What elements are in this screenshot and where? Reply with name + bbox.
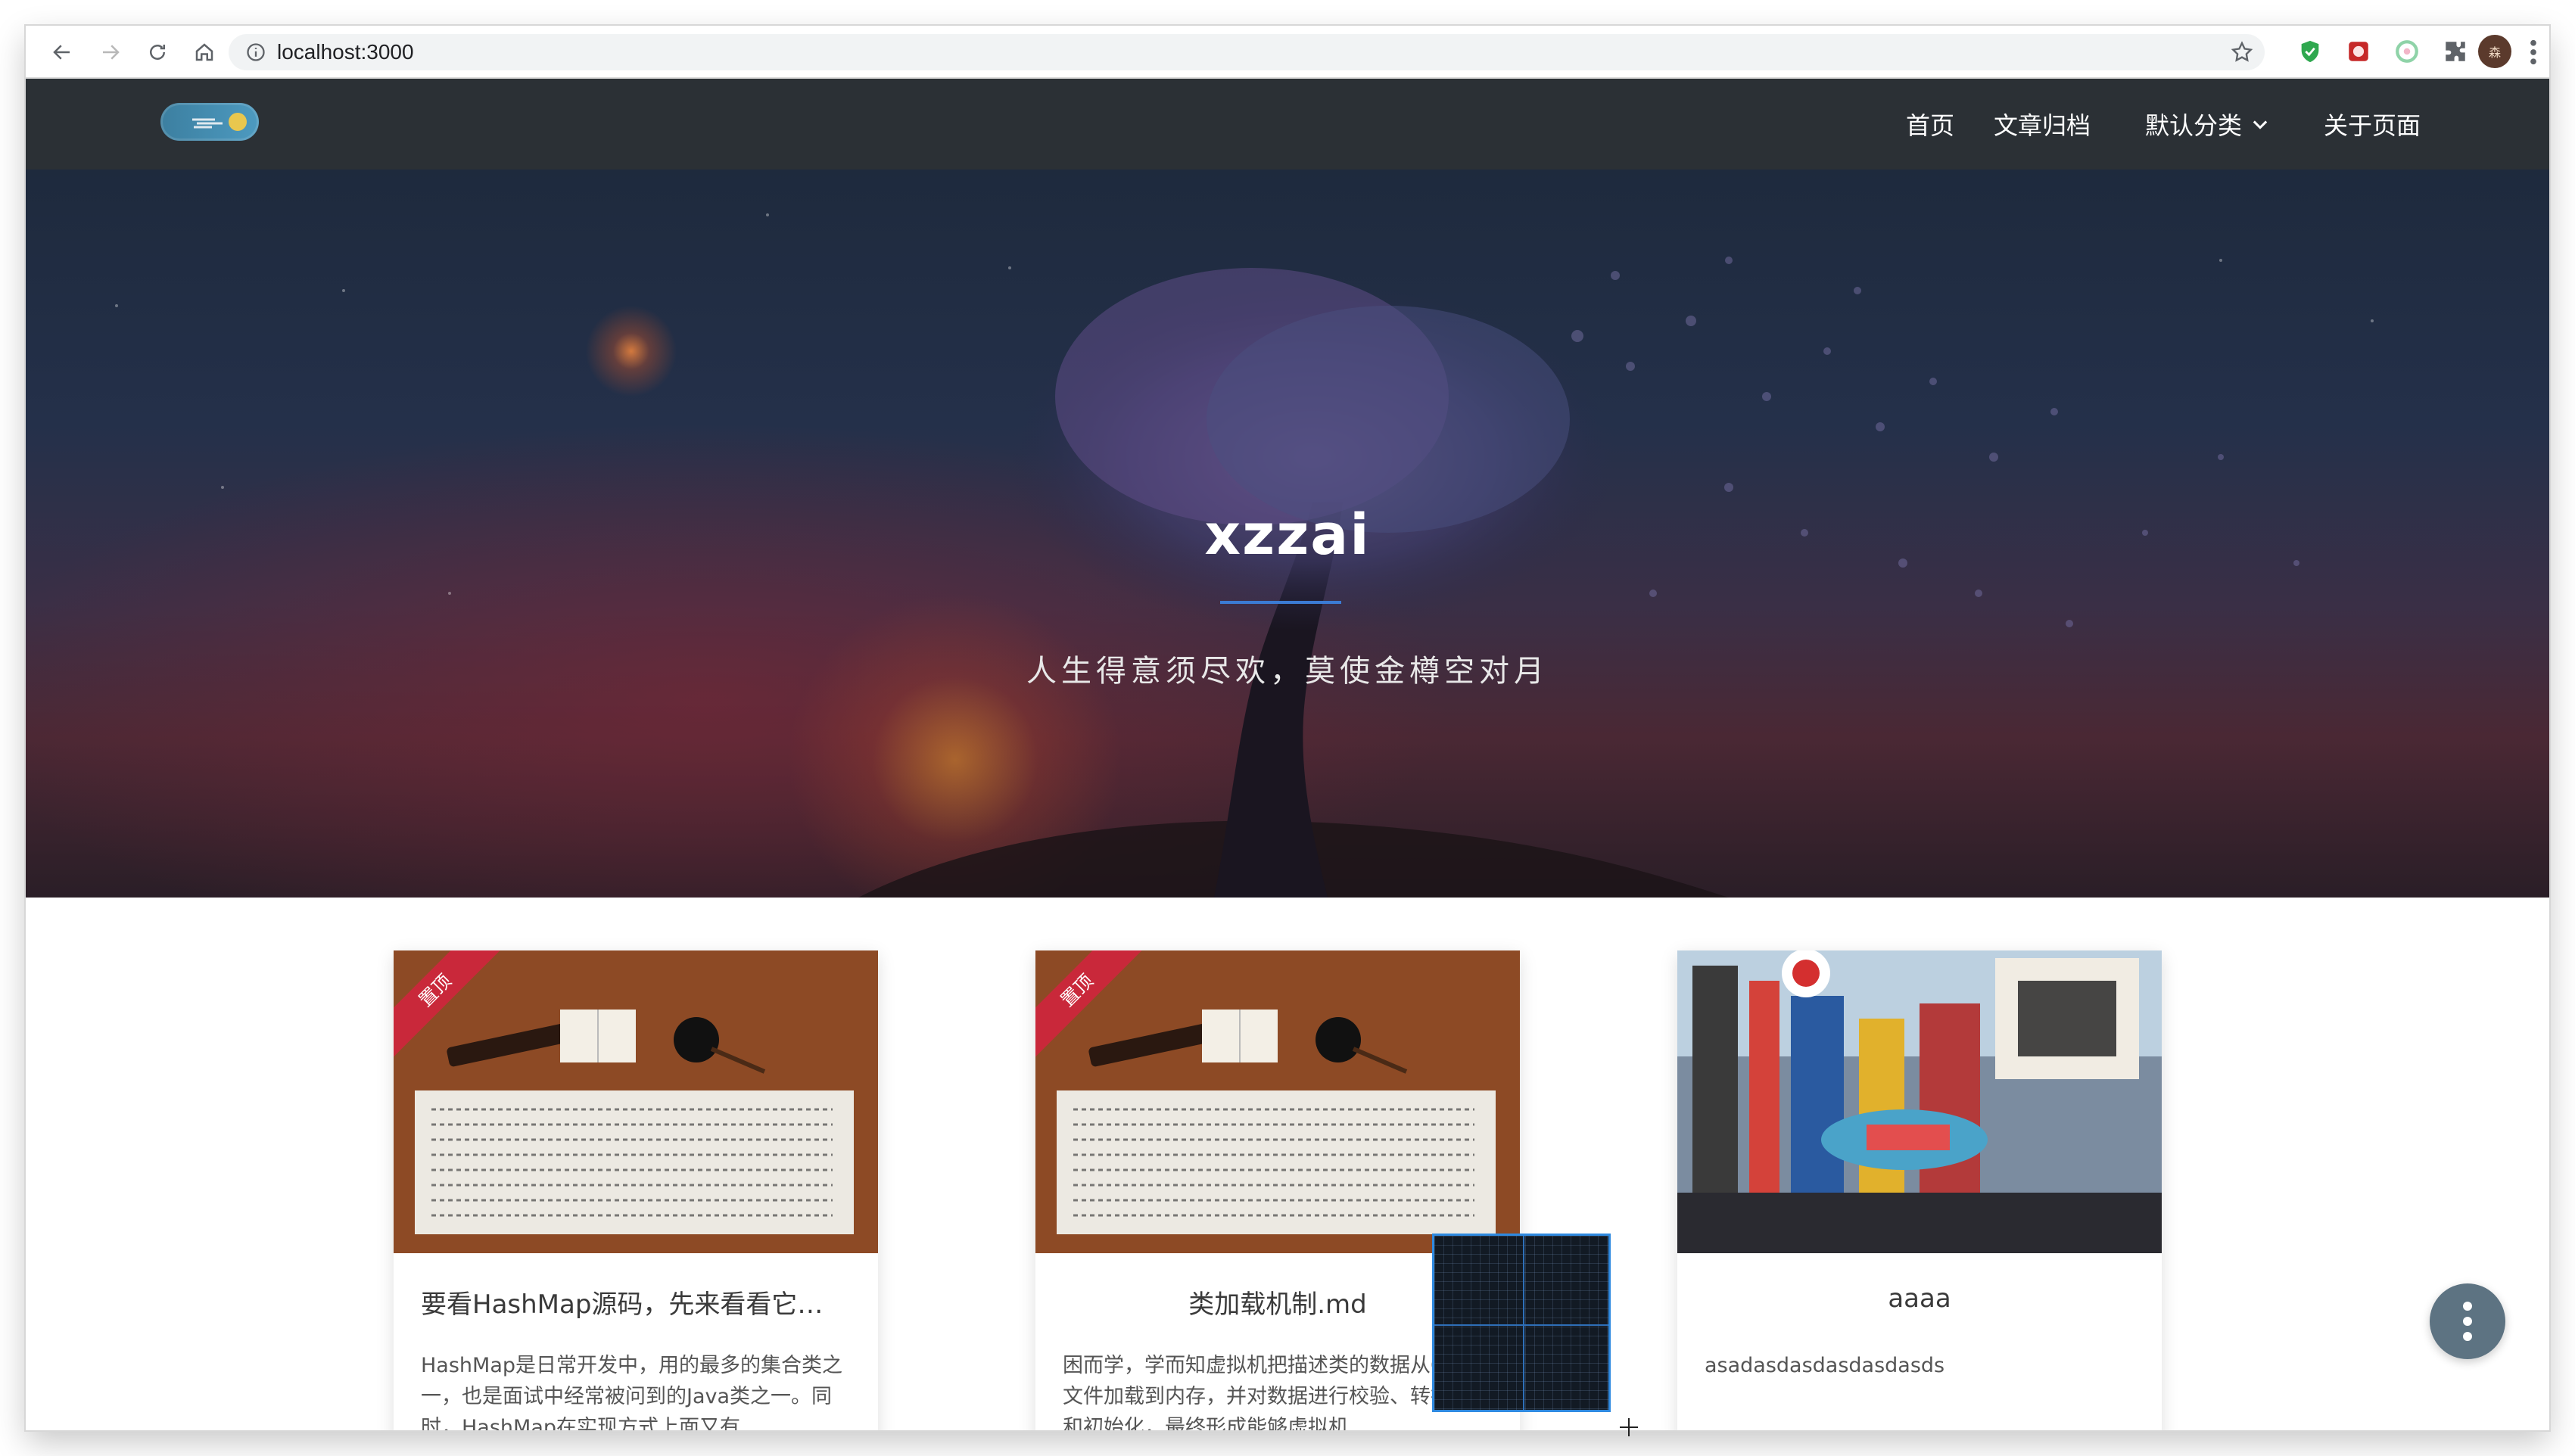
back-button[interactable] <box>45 36 79 69</box>
post-card[interactable]: 置顶 要看HashMap源码，先来看看它… HashMap是日常开发中，用的最多… <box>394 950 878 1430</box>
browser-menu-icon[interactable] <box>2522 36 2545 68</box>
post-list: 置顶 要看HashMap源码，先来看看它… HashMap是日常开发中，用的最多… <box>26 898 2549 1430</box>
nav-home-label: 首页 <box>1905 111 1954 140</box>
arrow-left-icon <box>53 45 70 60</box>
crosshair-cursor-icon <box>1620 1418 1638 1436</box>
green-extension-icon[interactable] <box>2392 36 2422 67</box>
browser-toolbar: localhost:3000 森 <box>26 26 2549 79</box>
puzzle-extensions-icon[interactable] <box>2440 36 2471 67</box>
reload-button[interactable] <box>141 36 174 69</box>
address-bar[interactable]: localhost:3000 <box>229 34 2265 70</box>
post-excerpt: 困而学，学而知虚拟机把描述类的数据从Class文件加载到内存，并对数据进行校验、… <box>1063 1354 1492 1430</box>
nav-archive-label: 文章归档 <box>1993 111 2091 140</box>
calligraphy-desk-image <box>1035 950 1520 1253</box>
arrow-right-icon <box>103 45 120 60</box>
post-excerpt: asadasdasdasdasdasds <box>1705 1354 1945 1377</box>
nav-home[interactable]: 首页 <box>1906 107 1954 142</box>
reload-icon <box>150 45 165 60</box>
screenshot-magnifier-overlay <box>1432 1234 1611 1412</box>
browser-window: localhost:3000 森 首页 文章归档 默认分类 关于页面 xzzai… <box>26 26 2549 1430</box>
dot-icon <box>2463 1332 2472 1341</box>
more-actions-button[interactable] <box>2430 1283 2505 1359</box>
post-title[interactable]: 类加载机制.md <box>1063 1283 1493 1321</box>
home-icon <box>195 43 213 61</box>
post-title[interactable]: 要看HashMap源码，先来看看它… <box>421 1283 851 1321</box>
dot-icon <box>2463 1317 2472 1326</box>
home-button[interactable] <box>188 36 221 69</box>
calligraphy-desk-image <box>394 950 878 1253</box>
forward-button[interactable] <box>94 36 127 69</box>
post-title[interactable]: aaaa <box>1705 1283 2134 1314</box>
dot-icon <box>2463 1302 2472 1311</box>
post-cover-image[interactable] <box>1677 950 2162 1253</box>
hero-subtitle: 人生得意须尽欢，莫使金樽空对月 <box>1026 654 1549 689</box>
hero-title: xzzai <box>1204 502 1371 568</box>
post-excerpt: HashMap是日常开发中，用的最多的集合类之一，也是面试中经常被问到的Java… <box>421 1354 843 1430</box>
nav-category-dropdown[interactable]: 默认分类 <box>2145 107 2271 142</box>
nav-links: 首页 文章归档 默认分类 关于页面 <box>1867 79 2421 170</box>
profile-avatar[interactable]: 森 <box>2478 35 2511 68</box>
hero-divider <box>1220 601 1341 604</box>
cloud-icon <box>192 118 223 129</box>
nav-category-label: 默认分类 <box>2144 111 2242 140</box>
hero-banner: xzzai 人生得意须尽欢，莫使金樽空对月 <box>26 170 2549 898</box>
nav-archive[interactable]: 文章归档 <box>1994 107 2091 142</box>
nav-about-label: 关于页面 <box>2323 111 2421 140</box>
red-extension-icon[interactable] <box>2343 36 2374 67</box>
info-icon[interactable] <box>245 42 266 63</box>
theme-toggle[interactable] <box>160 103 259 141</box>
post-card[interactable]: aaaa asadasdasdasdasdasds <box>1677 950 2162 1430</box>
site-navbar: 首页 文章归档 默认分类 关于页面 <box>26 79 2549 170</box>
city-street-signs-image <box>1677 950 2162 1253</box>
avatar-text: 森 <box>2488 47 2501 60</box>
sun-icon <box>229 113 247 131</box>
post-cover-image[interactable]: 置顶 <box>1035 950 1520 1253</box>
bookmark-star-icon[interactable] <box>2230 40 2254 64</box>
url-text[interactable]: localhost:3000 <box>277 34 414 70</box>
page-viewport: 首页 文章归档 默认分类 关于页面 xzzai 人生得意须尽欢，莫使金樽空对月 … <box>26 79 2549 1430</box>
shield-extension-icon[interactable] <box>2295 36 2325 67</box>
post-cover-image[interactable]: 置顶 <box>394 950 878 1253</box>
nav-about[interactable]: 关于页面 <box>2324 107 2421 142</box>
chevron-down-icon <box>2253 120 2268 129</box>
